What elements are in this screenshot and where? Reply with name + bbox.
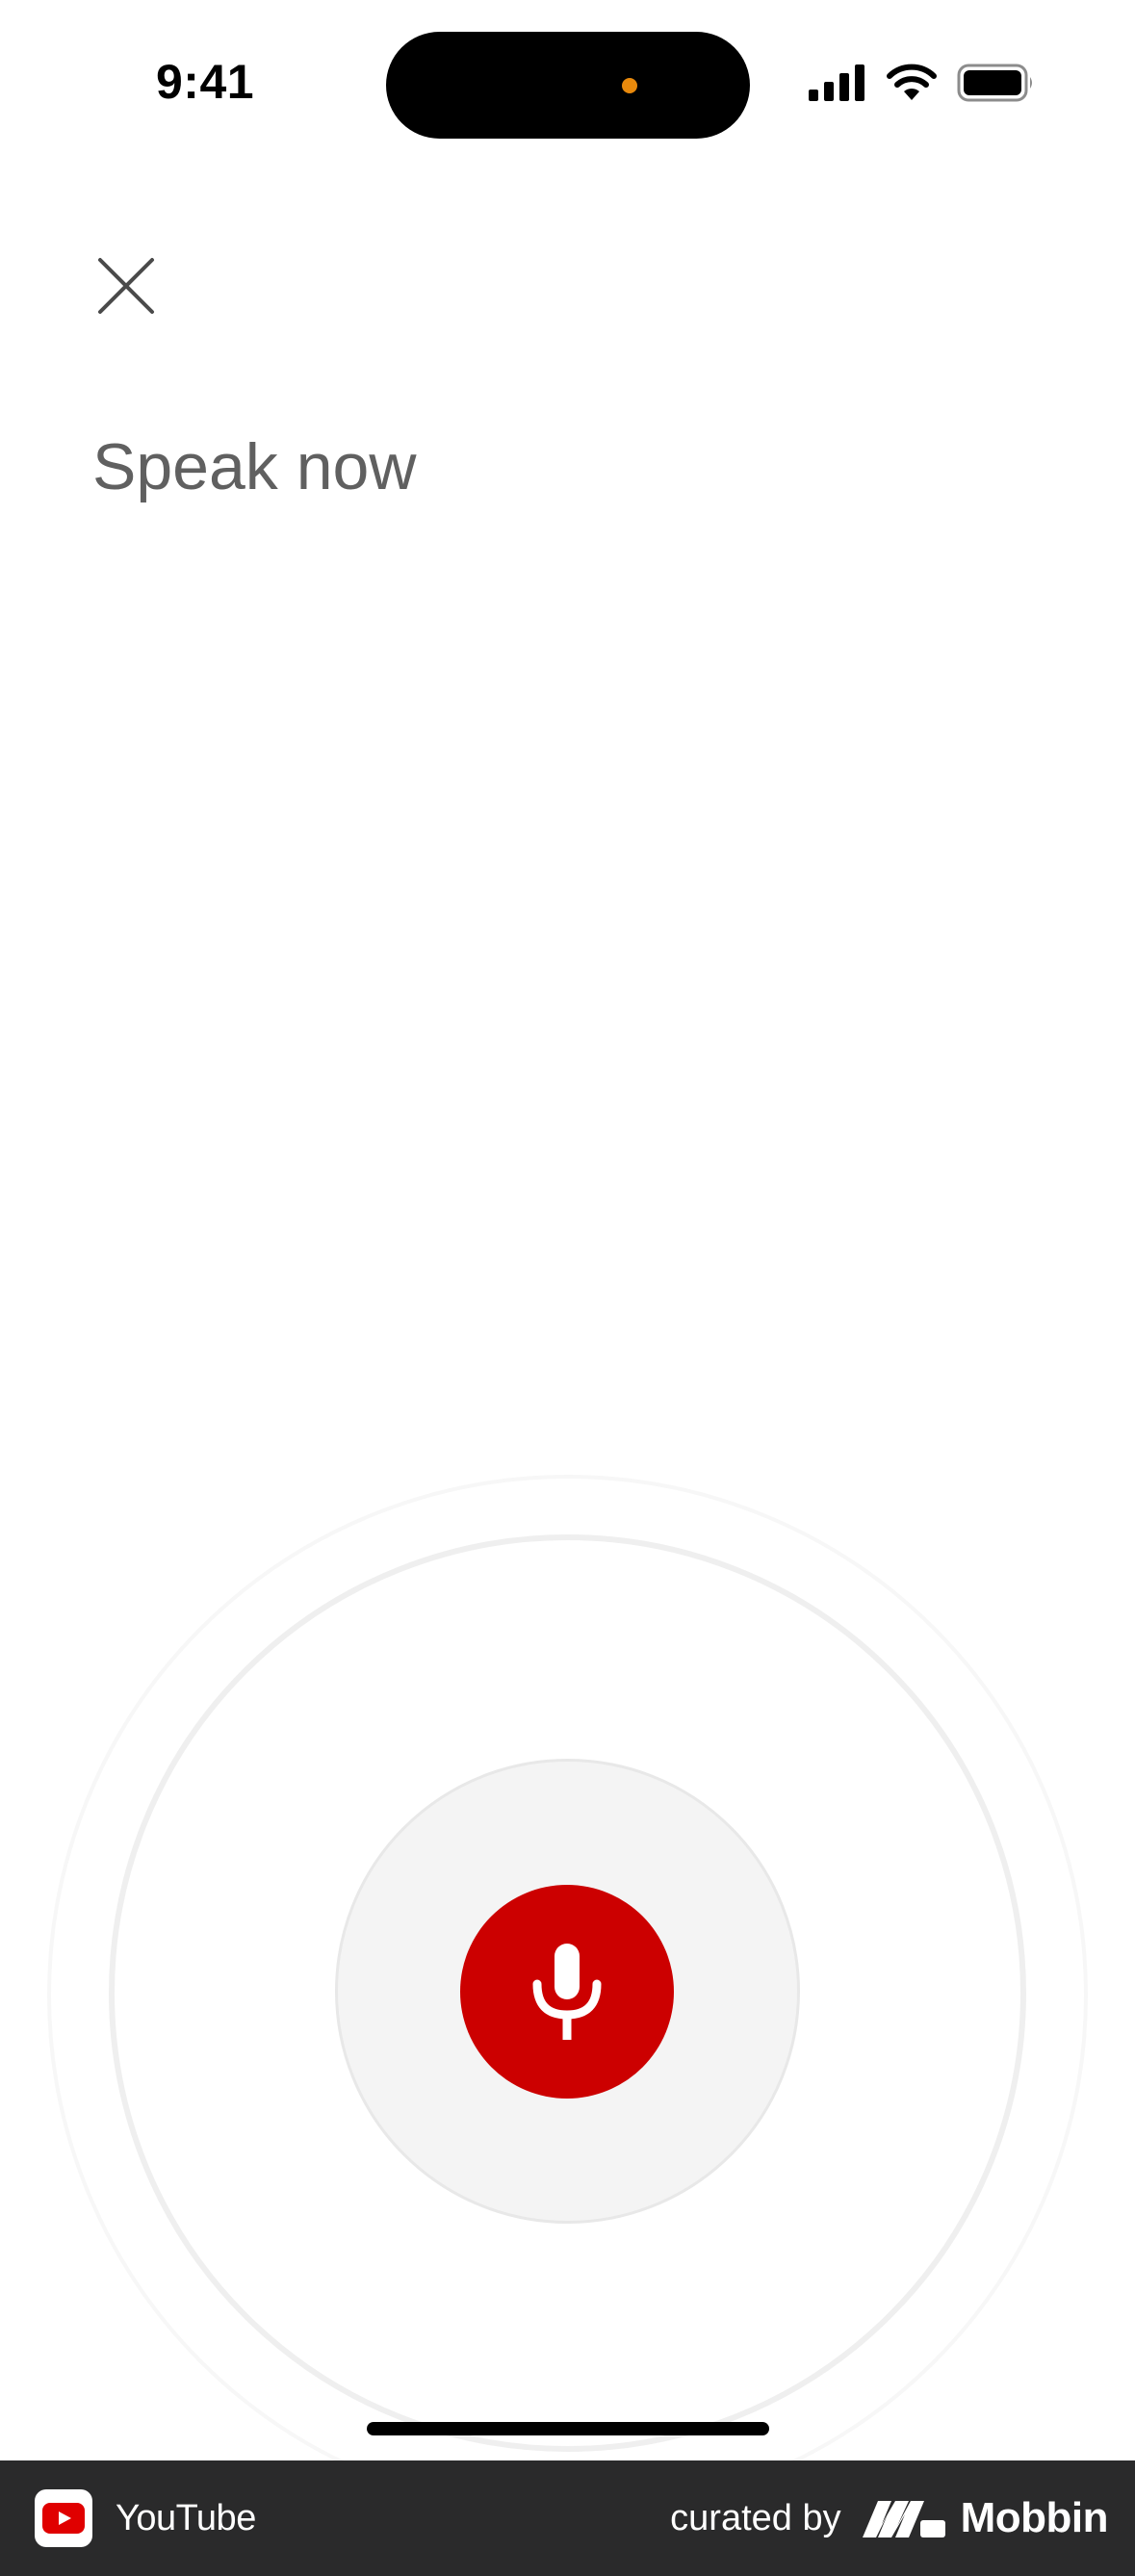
status-icons xyxy=(809,64,1036,106)
voice-search-screen: 9:41 Speak now YouTube curated by Mobbin xyxy=(0,0,1135,2576)
dynamic-island xyxy=(386,32,750,139)
microphone-button[interactable] xyxy=(460,1885,674,2099)
mobbin-logo-icon xyxy=(862,2501,945,2537)
cellular-signal-icon xyxy=(809,64,866,106)
wifi-icon xyxy=(886,64,938,107)
close-button[interactable] xyxy=(94,254,158,318)
footer-app-name: YouTube xyxy=(116,2497,256,2538)
footer-credit: curated by Mobbin xyxy=(670,2494,1108,2542)
microphone-icon xyxy=(532,1944,602,2040)
attribution-footer: YouTube curated by Mobbin xyxy=(0,2460,1135,2576)
battery-icon xyxy=(957,64,1036,107)
home-indicator xyxy=(367,2422,769,2435)
mobbin-brand: Mobbin xyxy=(862,2494,1109,2542)
privacy-indicator-dot xyxy=(622,78,637,93)
mobbin-name: Mobbin xyxy=(960,2494,1109,2541)
youtube-logo-icon xyxy=(35,2489,92,2547)
footer-app: YouTube xyxy=(35,2489,256,2547)
curated-by-label: curated by xyxy=(670,2497,841,2538)
speak-prompt: Speak now xyxy=(92,430,417,503)
status-time: 9:41 xyxy=(156,55,255,109)
close-icon xyxy=(98,258,154,314)
